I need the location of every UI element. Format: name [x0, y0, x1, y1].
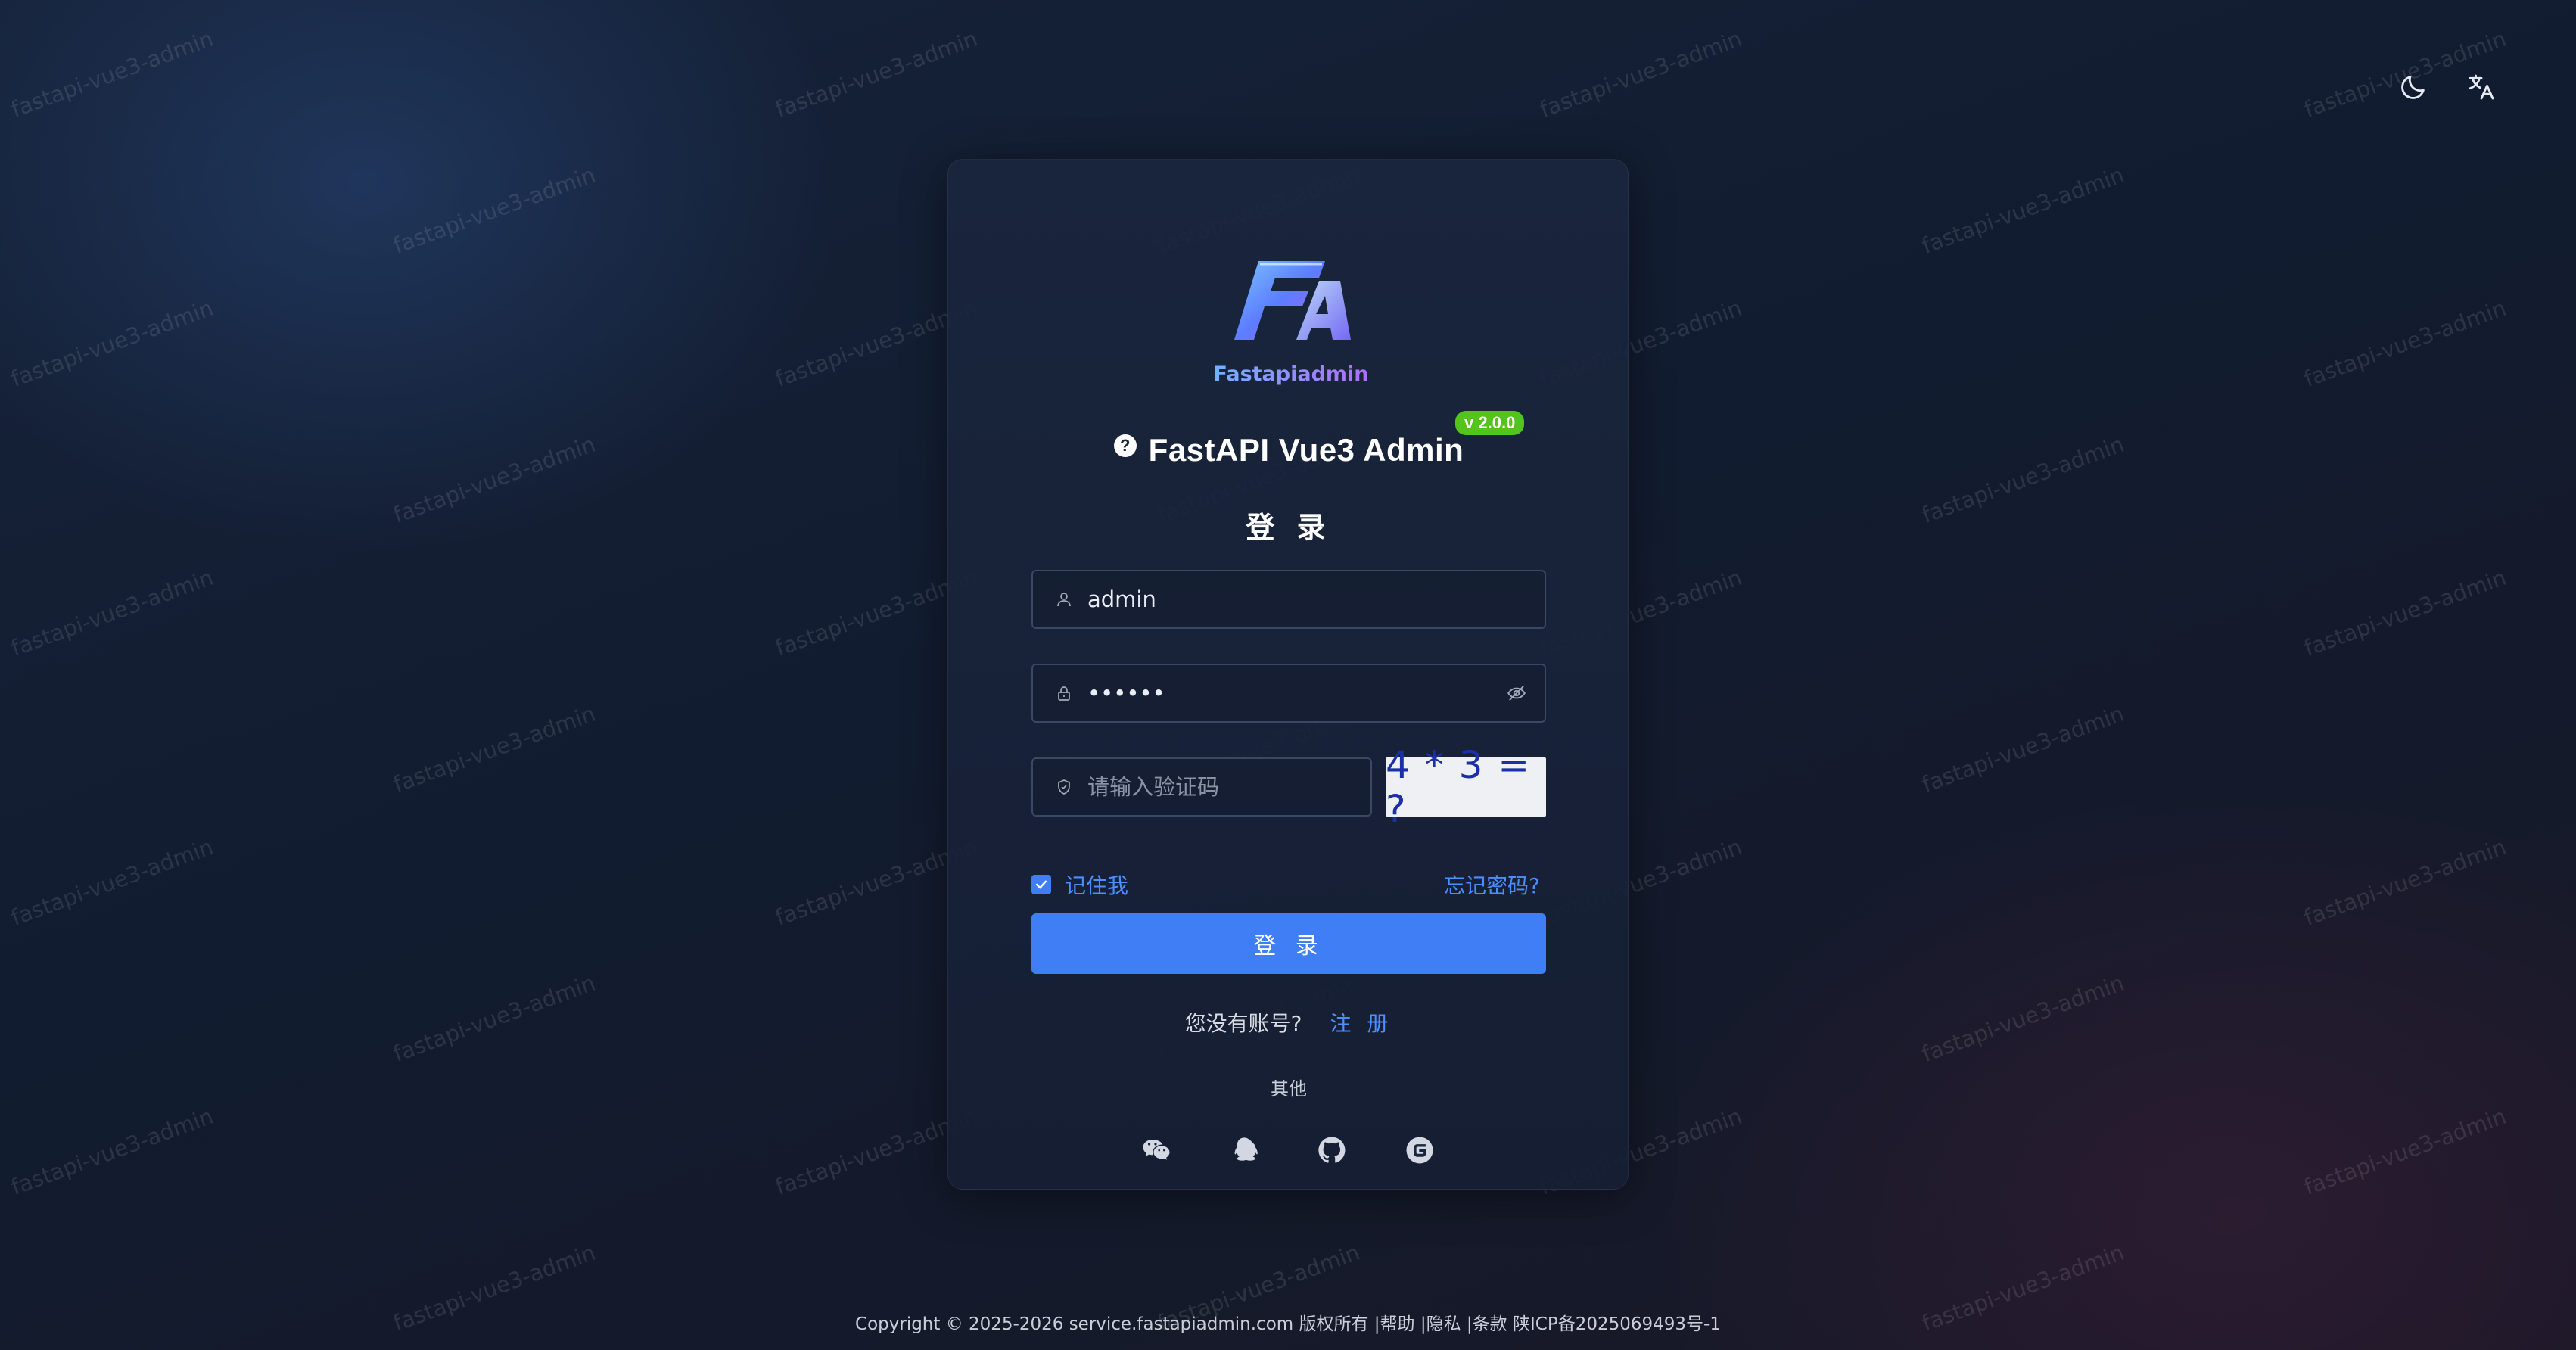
- lock-icon: [1054, 683, 1074, 703]
- remember-me-label: 记住我: [1065, 873, 1129, 898]
- qq-login-button[interactable]: [1227, 1134, 1261, 1167]
- login-button[interactable]: 登 录: [1031, 913, 1546, 974]
- watermark-text: fastapi-vue3-admin: [1918, 431, 2128, 528]
- watermark-text: fastapi-vue3-admin: [2301, 564, 2510, 661]
- github-login-button[interactable]: [1315, 1134, 1349, 1167]
- help-icon[interactable]: ?: [1113, 434, 1137, 457]
- qq-icon: [1234, 1137, 1258, 1161]
- watermark-text: fastapi-vue3-admin: [390, 700, 599, 798]
- shield-icon: [1054, 777, 1074, 797]
- username-input[interactable]: [1086, 586, 1526, 613]
- watermark-text: fastapi-vue3-admin: [8, 25, 217, 123]
- watermark-text: fastapi-vue3-admin: [1536, 25, 1746, 123]
- username-field[interactable]: [1031, 570, 1546, 629]
- watermark-text: fastapi-vue3-admin: [8, 294, 217, 392]
- theme-toggle-button[interactable]: [2394, 68, 2432, 106]
- github-icon: [1318, 1137, 1346, 1163]
- captcha-image[interactable]: 4 * 3 = ?: [1386, 743, 1546, 831]
- watermark-text: fastapi-vue3-admin: [772, 25, 982, 123]
- remember-me-checkbox[interactable]: 记住我: [1031, 869, 1128, 900]
- no-account-text: 您没有账号?: [1184, 1011, 1302, 1036]
- footer-terms-link[interactable]: |条款: [1461, 1314, 1507, 1334]
- footer-privacy-link[interactable]: |隐私: [1415, 1314, 1461, 1334]
- register-row: 您没有账号? 注 册: [948, 1007, 1629, 1037]
- logo-wordmark: Fastapiadmin: [1212, 362, 1370, 386]
- watermark-text: fastapi-vue3-admin: [390, 969, 599, 1067]
- footer-icp-link[interactable]: 陕ICP备2025069493号-1: [1507, 1314, 1721, 1334]
- watermark-text: fastapi-vue3-admin: [1918, 969, 2128, 1067]
- password-input[interactable]: [1086, 680, 1498, 707]
- password-field[interactable]: [1031, 664, 1546, 723]
- footer-help-link[interactable]: |帮助: [1374, 1314, 1415, 1334]
- watermark-text: fastapi-vue3-admin: [8, 564, 217, 661]
- watermark-text: fastapi-vue3-admin: [8, 833, 217, 931]
- moon-icon: [2401, 76, 2425, 99]
- version-badge: v 2.0.0: [1455, 411, 1525, 435]
- captcha-input[interactable]: [1086, 773, 1367, 801]
- translate-icon: [2469, 74, 2494, 100]
- eye-off-icon[interactable]: [1507, 683, 1526, 703]
- language-toggle-button[interactable]: [2462, 68, 2500, 106]
- watermark-text: fastapi-vue3-admin: [8, 1103, 217, 1200]
- checkbox-checked-icon[interactable]: [1031, 875, 1051, 894]
- other-label: 其他: [1271, 1078, 1307, 1100]
- watermark-text: fastapi-vue3-admin: [1918, 161, 2128, 259]
- logo-mark: [1234, 261, 1351, 340]
- watermark-text: fastapi-vue3-admin: [2301, 294, 2510, 392]
- watermark-text: fastapi-vue3-admin: [390, 431, 599, 528]
- captcha-field[interactable]: [1031, 757, 1372, 817]
- copyright-text: Copyright © 2025-2026 service.fastapiadm…: [855, 1314, 1374, 1334]
- social-login-row: [947, 1134, 1629, 1167]
- title-row: ? FastAPI Vue3 Admin v 2.0.0: [948, 411, 1629, 477]
- watermark-text: fastapi-vue3-admin: [1918, 700, 2128, 798]
- watermark-text: fastapi-vue3-admin: [390, 161, 599, 259]
- watermark-text: fastapi-vue3-admin: [2301, 1103, 2510, 1200]
- gitee-login-button[interactable]: [1403, 1134, 1436, 1167]
- wechat-login-button[interactable]: [1140, 1134, 1173, 1167]
- app-logo: Fastapiadmin: [1212, 250, 1370, 394]
- top-actions: [2394, 68, 2500, 106]
- login-heading: 登 录: [1246, 511, 1332, 544]
- app-title: FastAPI Vue3 Admin: [1148, 432, 1464, 468]
- gitee-icon: [1406, 1137, 1433, 1164]
- forgot-password-link[interactable]: 忘记密码?: [1444, 869, 1540, 900]
- footer: Copyright © 2025-2026 service.fastapiadm…: [0, 1309, 2576, 1335]
- wechat-icon: [1143, 1140, 1170, 1160]
- other-divider: 其他: [1031, 1074, 1546, 1100]
- watermark-text: fastapi-vue3-admin: [2301, 833, 2510, 931]
- user-icon: [1054, 589, 1074, 609]
- login-card: Fastapiadmin ? FastAPI Vue3 Admin v 2.0.…: [947, 159, 1629, 1190]
- register-link[interactable]: 注 册: [1330, 1011, 1392, 1036]
